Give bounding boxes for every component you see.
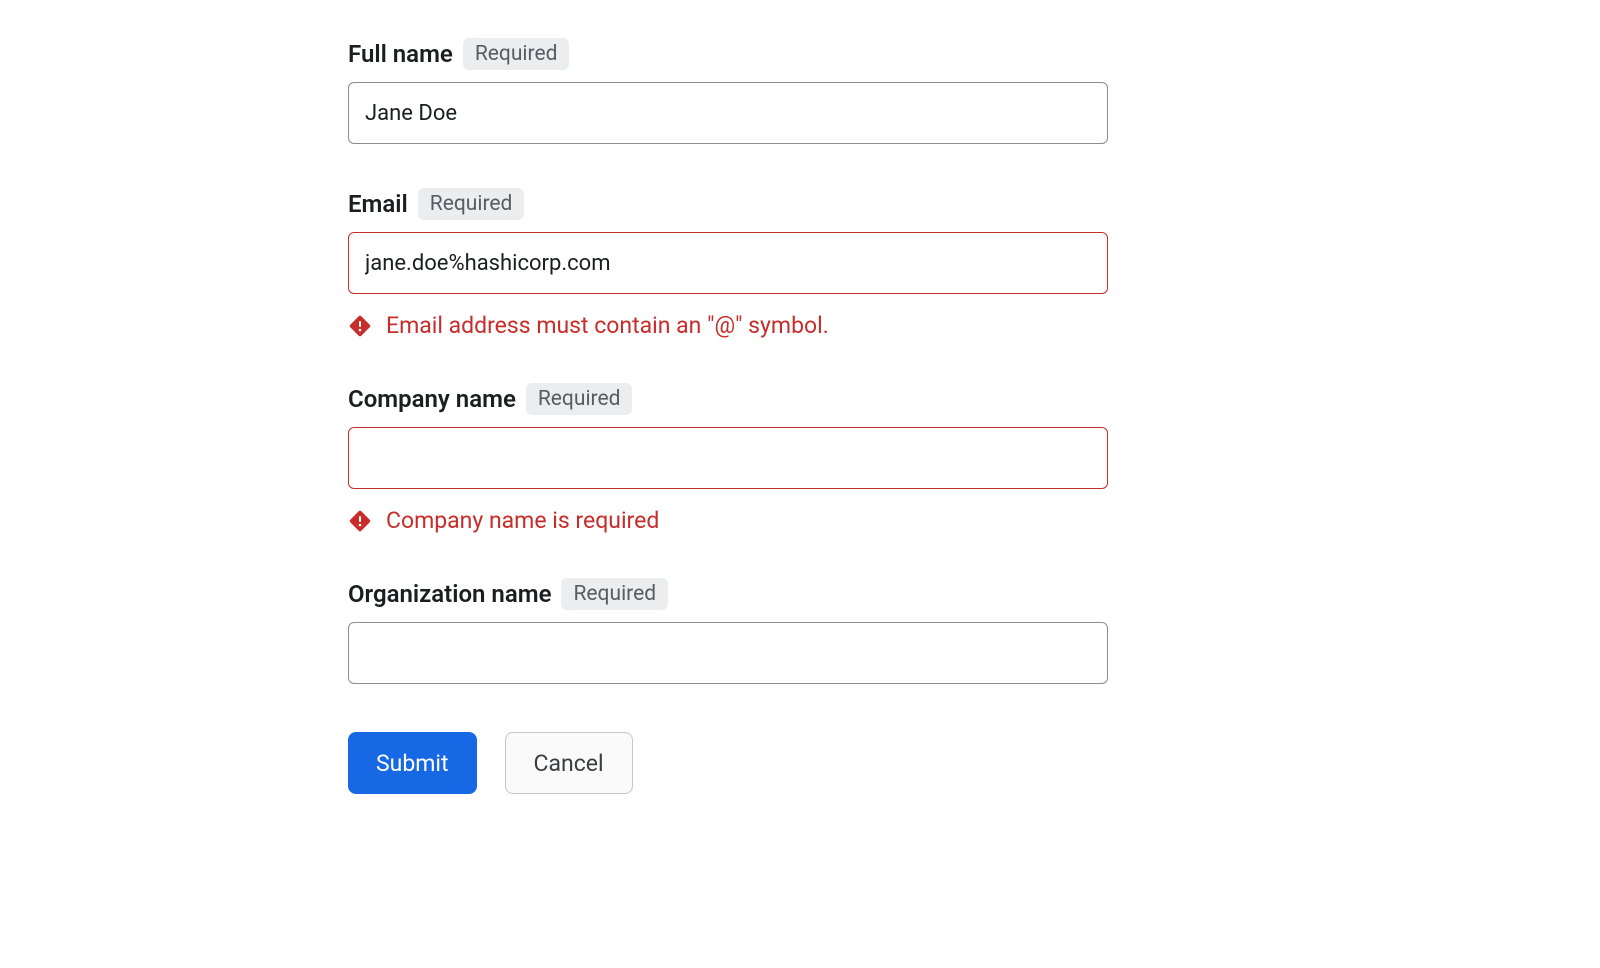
email-error-text: Email address must contain an "@" symbol… (386, 312, 829, 339)
error-diamond-icon (348, 314, 372, 338)
company-name-field: Company name Required Company name is re… (348, 383, 1108, 534)
required-badge: Required (463, 38, 570, 70)
company-name-input[interactable] (348, 427, 1108, 489)
full-name-field: Full name Required (348, 38, 1108, 144)
submit-button[interactable]: Submit (348, 732, 477, 794)
email-error-row: Email address must contain an "@" symbol… (348, 312, 1108, 339)
organization-name-label: Organization name (348, 580, 551, 608)
full-name-input[interactable] (348, 82, 1108, 144)
button-row: Submit Cancel (348, 732, 1108, 794)
required-badge: Required (526, 383, 633, 415)
email-field: Email Required Email address must contai… (348, 188, 1108, 339)
cancel-button[interactable]: Cancel (505, 732, 633, 794)
company-name-label-row: Company name Required (348, 383, 1108, 415)
organization-name-label-row: Organization name Required (348, 578, 1108, 610)
organization-name-input[interactable] (348, 622, 1108, 684)
form-container: Full name Required Email Required Email … (348, 38, 1108, 794)
company-name-error-row: Company name is required (348, 507, 1108, 534)
organization-name-field: Organization name Required (348, 578, 1108, 684)
email-label: Email (348, 190, 408, 218)
full-name-label: Full name (348, 40, 453, 68)
required-badge: Required (561, 578, 668, 610)
email-input[interactable] (348, 232, 1108, 294)
company-name-label: Company name (348, 385, 516, 413)
required-badge: Required (418, 188, 525, 220)
full-name-label-row: Full name Required (348, 38, 1108, 70)
error-diamond-icon (348, 509, 372, 533)
company-name-error-text: Company name is required (386, 507, 659, 534)
email-label-row: Email Required (348, 188, 1108, 220)
